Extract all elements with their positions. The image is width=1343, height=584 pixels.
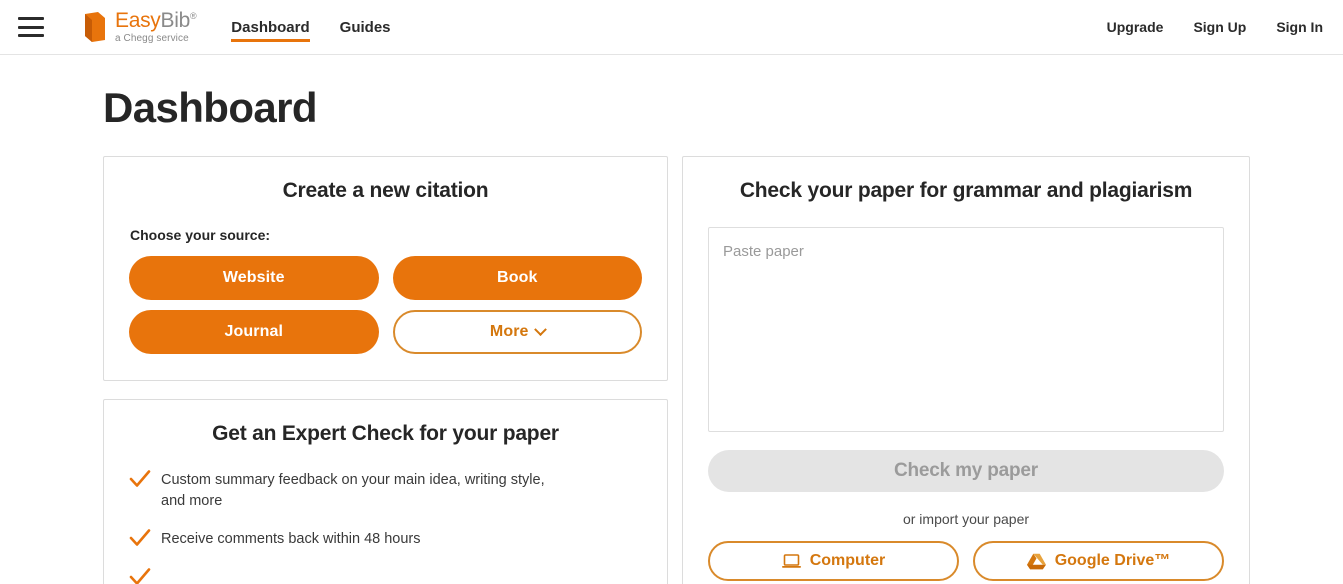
left-column: Create a new citation Choose your source… xyxy=(103,156,668,584)
right-column: Check your paper for grammar and plagiar… xyxy=(682,156,1250,584)
list-item-label: Custom summary feedback on your main ide… xyxy=(161,472,545,509)
list-item xyxy=(129,568,642,584)
page-title: Dashboard xyxy=(103,84,318,131)
logo-text: EasyBib® a Chegg service xyxy=(115,9,197,44)
book-icon xyxy=(85,12,105,42)
import-from-google-drive-label: Google Drive™ xyxy=(1054,552,1171,570)
import-note: or import your paper xyxy=(902,511,1030,528)
easybib-logo[interactable]: EasyBib® a Chegg service xyxy=(82,9,197,44)
page-body: Dashboard Create a new citation Choose y… xyxy=(0,84,1343,584)
source-button-journal[interactable]: Journal xyxy=(129,310,379,355)
checkmark-icon xyxy=(129,529,151,547)
header-right-links: Upgrade Sign Up Sign In xyxy=(1107,19,1323,35)
hamburger-bar xyxy=(18,34,44,37)
paste-paper-textarea[interactable] xyxy=(708,227,1224,433)
choose-source-label: Choose your source: xyxy=(130,227,271,244)
source-button-website[interactable]: Website xyxy=(129,256,379,301)
logo-word-easy: Easy xyxy=(115,9,161,32)
hamburger-icon[interactable] xyxy=(18,17,44,37)
sign-up-link[interactable]: Sign Up xyxy=(1193,19,1246,35)
dashboard-columns: Create a new citation Choose your source… xyxy=(103,156,1343,584)
list-item: Receive comments back within 48 hours xyxy=(129,529,642,550)
checkmark-icon xyxy=(129,470,151,487)
expert-check-card: Get an Expert Check for your paper Custo… xyxy=(103,399,668,584)
check-paper-title: Check your paper for grammar and plagiar… xyxy=(739,179,1193,203)
import-from-google-drive-button[interactable]: Google Drive™ xyxy=(973,541,1224,582)
import-button-grid: Computer Google Drive™ xyxy=(708,541,1224,582)
main-nav: Dashboard Guides xyxy=(231,0,391,54)
import-from-computer-label: Computer xyxy=(809,552,886,570)
nav-item-dashboard[interactable]: Dashboard xyxy=(231,1,311,53)
hamburger-bar xyxy=(18,25,44,29)
list-item: Custom summary feedback on your main ide… xyxy=(129,470,642,511)
nav-item-guides[interactable]: Guides xyxy=(340,1,391,53)
logo-wordmark: EasyBib® xyxy=(115,9,197,32)
logo-word-bib: Bib xyxy=(160,9,191,32)
source-button-more-label: More xyxy=(489,323,529,341)
hamburger-bar xyxy=(18,17,44,20)
logo-trademark: ® xyxy=(189,11,197,21)
sign-in-link[interactable]: Sign In xyxy=(1276,19,1323,35)
checkmark-icon xyxy=(129,568,151,584)
source-button-more[interactable]: More xyxy=(392,310,642,355)
expert-benefit-list: Custom summary feedback on your main ide… xyxy=(129,470,642,584)
chevron-down-icon xyxy=(533,322,547,336)
check-paper-card: Check your paper for grammar and plagiar… xyxy=(682,156,1250,584)
logo-tagline: a Chegg service xyxy=(115,33,189,44)
check-my-paper-button[interactable]: Check my paper xyxy=(708,450,1224,493)
source-button-book[interactable]: Book xyxy=(392,256,642,301)
source-button-grid: Website Book Journal More xyxy=(129,256,642,355)
create-citation-card: Create a new citation Choose your source… xyxy=(103,156,668,382)
upgrade-link[interactable]: Upgrade xyxy=(1107,19,1164,35)
expert-check-title: Get an Expert Check for your paper xyxy=(212,422,559,446)
create-citation-title: Create a new citation xyxy=(282,179,489,203)
import-from-computer-button[interactable]: Computer xyxy=(708,541,959,582)
top-header: EasyBib® a Chegg service Dashboard Guide… xyxy=(0,0,1343,55)
laptop-icon xyxy=(781,553,801,568)
list-item-label: Receive comments back within 48 hours xyxy=(161,531,421,548)
google-drive-icon xyxy=(1026,553,1046,570)
